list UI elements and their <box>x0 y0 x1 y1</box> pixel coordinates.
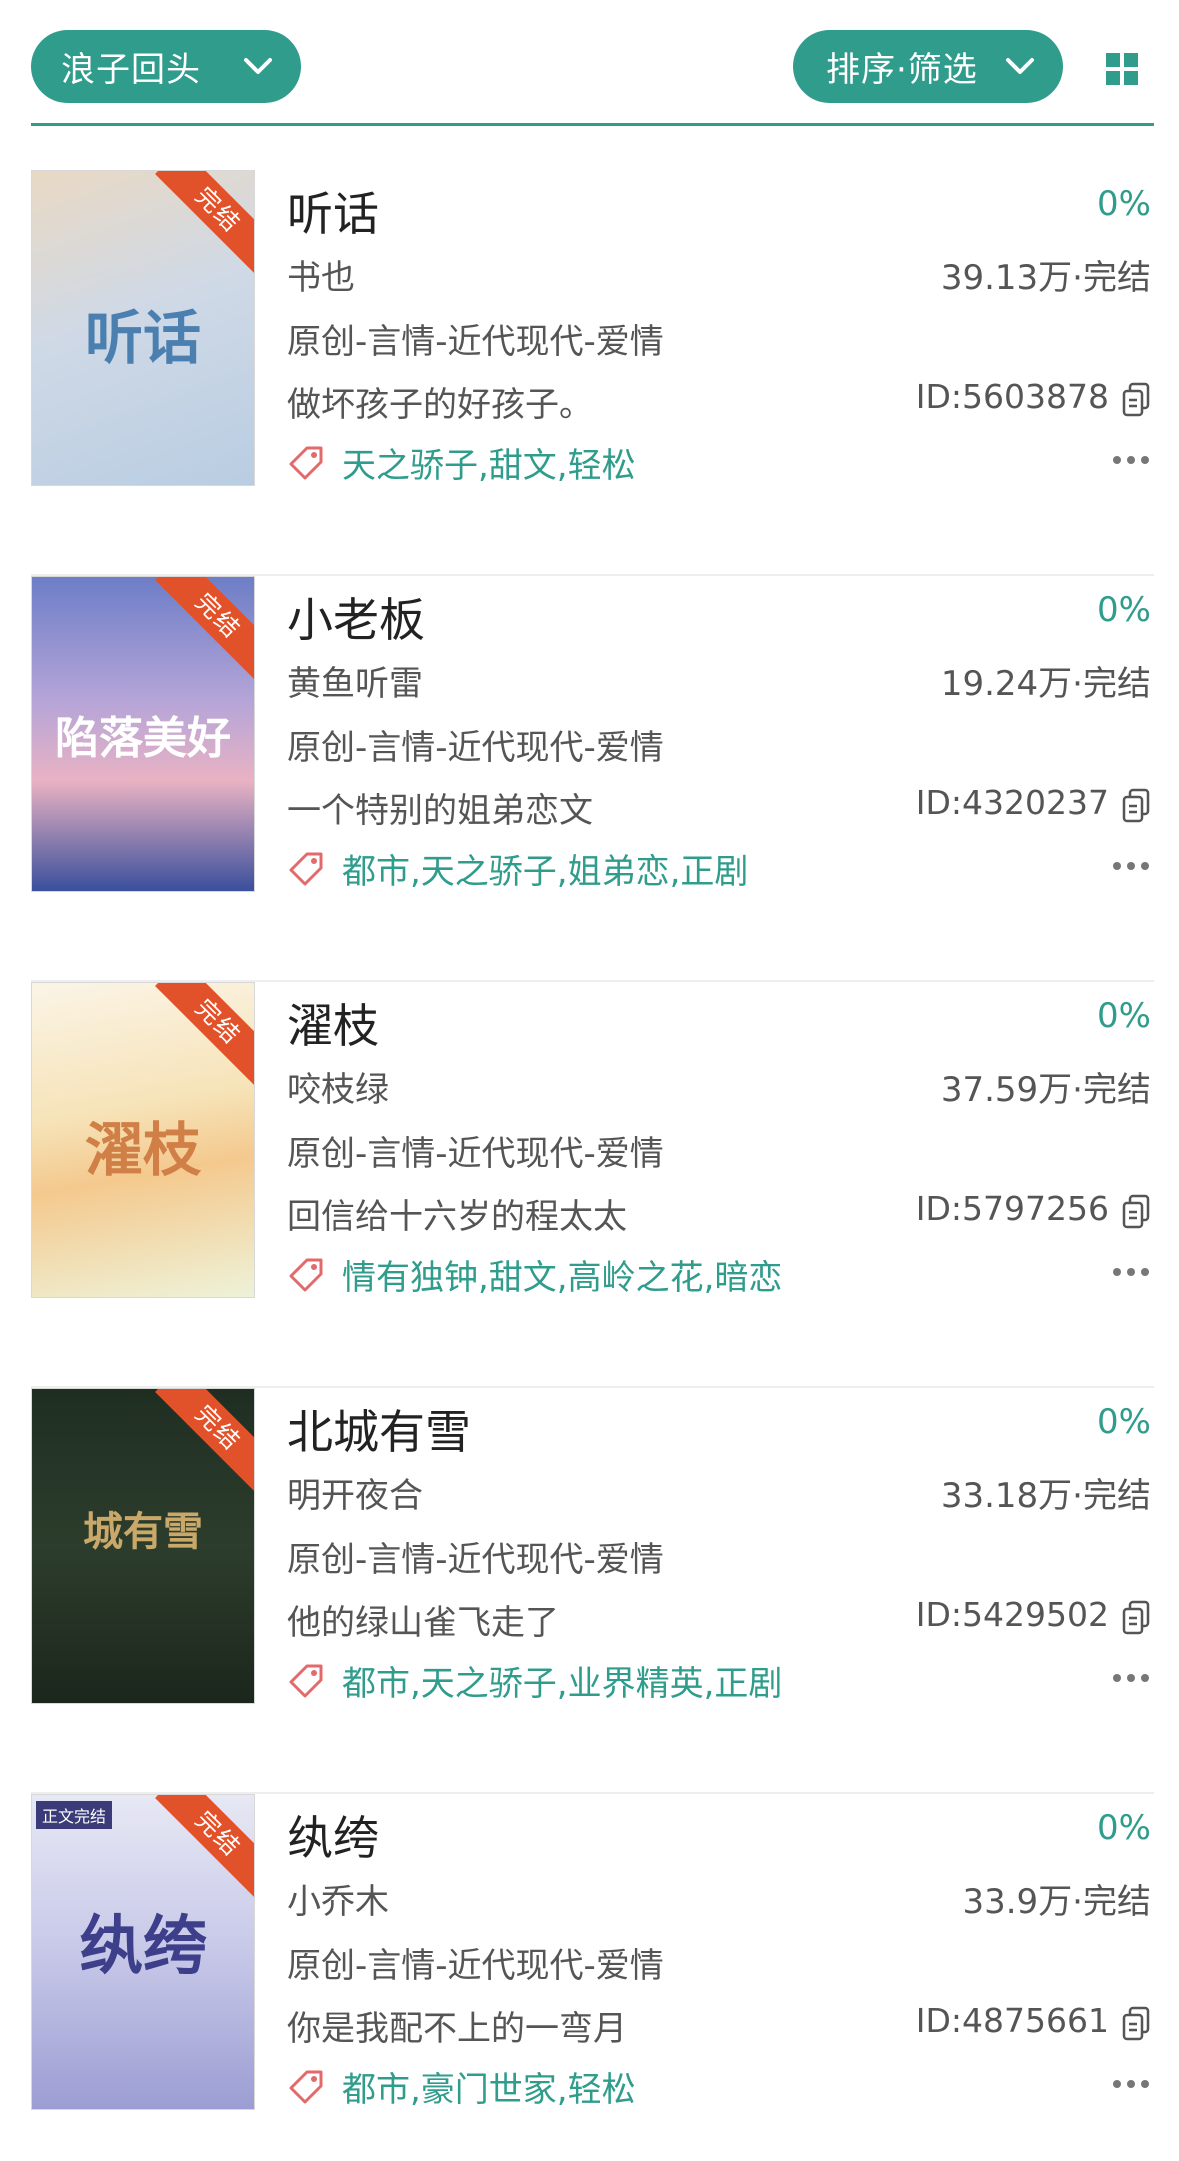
header-divider <box>31 123 1154 126</box>
book-stats: 33.9万·完结 <box>962 1882 1151 1922</box>
copy-icon[interactable] <box>1121 788 1151 824</box>
more-options-icon[interactable] <box>1111 860 1151 872</box>
book-intro: 他的绿山雀飞走了 <box>287 1603 559 1643</box>
completed-ribbon: 完结 <box>155 171 254 273</box>
reading-progress: 0% <box>1097 184 1151 224</box>
book-cover[interactable]: 城有雪 完结 <box>31 1388 255 1704</box>
cover-title: 濯枝 <box>84 1116 201 1184</box>
completed-ribbon: 完结 <box>155 577 254 679</box>
book-category: 原创-言情-近代现代-爱情 <box>287 322 664 362</box>
book-id: ID:4320237 <box>915 783 1109 822</box>
book-cover[interactable]: 听话 完结 <box>31 170 255 486</box>
category-filter-dropdown[interactable]: 浪子回头 <box>31 30 301 103</box>
book-id: ID:4875661 <box>915 2001 1109 2040</box>
tag-icon <box>289 1664 323 1698</box>
reading-progress: 0% <box>1097 996 1151 1036</box>
book-intro: 回信给十六岁的程太太 <box>287 1197 627 1237</box>
copy-icon[interactable] <box>1121 1600 1151 1636</box>
reading-progress: 0% <box>1097 1402 1151 1442</box>
copy-icon[interactable] <box>1121 382 1151 418</box>
book-tags[interactable]: 天之骄子,甜文,轻松 <box>342 438 636 487</box>
book-category: 原创-言情-近代现代-爱情 <box>287 1540 664 1580</box>
copy-icon[interactable] <box>1121 2006 1151 2042</box>
more-options-icon[interactable] <box>1111 454 1151 466</box>
book-title[interactable]: 听话 <box>287 178 379 244</box>
book-author[interactable]: 小乔木 <box>287 1874 389 1923</box>
book-item[interactable]: 正文完结 纨绔 完结 纨绔 0% 小乔木 33.9万·完结 原创-言情-近代现代… <box>0 1794 1179 2161</box>
book-author[interactable]: 咬枝绿 <box>287 1062 389 1111</box>
book-cover[interactable]: 濯枝 完结 <box>31 982 255 1298</box>
completed-ribbon: 完结 <box>155 983 254 1085</box>
book-title[interactable]: 小老板 <box>287 584 425 650</box>
book-intro: 做坏孩子的好孩子。 <box>287 385 593 425</box>
cover-title: 纨绔 <box>79 1909 207 1984</box>
book-item[interactable]: 濯枝 完结 濯枝 0% 咬枝绿 37.59万·完结 原创-言情-近代现代-爱情 … <box>0 982 1179 1388</box>
sort-filter-label: 排序·筛选 <box>826 50 978 90</box>
book-id: ID:5429502 <box>915 1595 1109 1634</box>
book-cover[interactable]: 陷落美好 完结 <box>31 576 255 892</box>
book-category: 原创-言情-近代现代-爱情 <box>287 728 664 768</box>
book-author[interactable]: 书也 <box>287 250 355 299</box>
chevron-down-icon <box>244 58 272 74</box>
more-options-icon[interactable] <box>1111 1266 1151 1278</box>
book-cover[interactable]: 正文完结 纨绔 完结 <box>31 1794 255 2110</box>
book-category: 原创-言情-近代现代-爱情 <box>287 1946 664 1986</box>
cover-corner-label: 正文完结 <box>36 1801 113 1829</box>
book-category: 原创-言情-近代现代-爱情 <box>287 1134 664 1174</box>
book-stats: 39.13万·完结 <box>940 258 1151 298</box>
sort-filter-dropdown[interactable]: 排序·筛选 <box>793 30 1063 103</box>
book-id: ID:5797256 <box>915 1189 1109 1228</box>
book-item[interactable]: 城有雪 完结 北城有雪 0% 明开夜合 33.18万·完结 原创-言情-近代现代… <box>0 1388 1179 1794</box>
book-author[interactable]: 黄鱼听雷 <box>287 656 423 705</box>
copy-icon[interactable] <box>1121 1194 1151 1230</box>
cover-title: 陷落美好 <box>55 713 231 764</box>
cover-title: 城有雪 <box>83 1508 203 1555</box>
book-tags[interactable]: 都市,天之骄子,姐弟恋,正剧 <box>342 844 748 893</box>
cover-title: 听话 <box>84 304 201 372</box>
chevron-down-icon <box>1006 58 1034 74</box>
more-options-icon[interactable] <box>1111 2078 1151 2090</box>
book-stats: 37.59万·完结 <box>940 1070 1151 1110</box>
tag-icon <box>289 2070 323 2104</box>
book-title[interactable]: 北城有雪 <box>287 1396 471 1462</box>
book-stats: 19.24万·完结 <box>940 664 1151 704</box>
reading-progress: 0% <box>1097 590 1151 630</box>
completed-ribbon: 完结 <box>155 1389 254 1491</box>
book-author[interactable]: 明开夜合 <box>287 1468 423 1517</box>
more-options-icon[interactable] <box>1111 1672 1151 1684</box>
top-bar: 浪子回头 排序·筛选 <box>0 0 1179 126</box>
grid-view-icon[interactable] <box>1106 53 1138 85</box>
book-intro: 你是我配不上的一弯月 <box>287 2009 627 2049</box>
tag-icon <box>289 1258 323 1292</box>
book-item[interactable]: 听话 完结 听话 0% 书也 39.13万·完结 原创-言情-近代现代-爱情 做… <box>0 170 1179 576</box>
reading-progress: 0% <box>1097 1808 1151 1848</box>
book-tags[interactable]: 都市,豪门世家,轻松 <box>342 2062 636 2111</box>
book-tags[interactable]: 情有独钟,甜文,高岭之花,暗恋 <box>342 1250 782 1299</box>
book-stats: 33.18万·完结 <box>940 1476 1151 1516</box>
tag-icon <box>289 852 323 886</box>
book-intro: 一个特别的姐弟恋文 <box>287 791 593 831</box>
category-filter-label: 浪子回头 <box>61 50 201 90</box>
book-title[interactable]: 濯枝 <box>287 990 379 1056</box>
book-tags[interactable]: 都市,天之骄子,业界精英,正剧 <box>342 1656 782 1705</box>
book-item[interactable]: 陷落美好 完结 小老板 0% 黄鱼听雷 19.24万·完结 原创-言情-近代现代… <box>0 576 1179 982</box>
book-id: ID:5603878 <box>915 377 1109 416</box>
book-title[interactable]: 纨绔 <box>287 1802 379 1868</box>
tag-icon <box>289 446 323 480</box>
completed-ribbon: 完结 <box>155 1795 254 1897</box>
